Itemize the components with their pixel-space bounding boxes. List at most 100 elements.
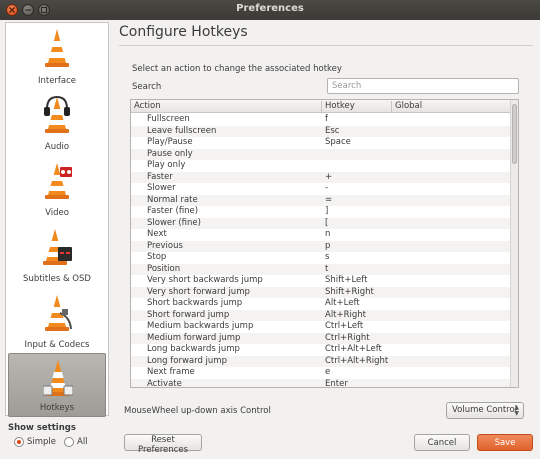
scrollbar-thumb[interactable]: [512, 104, 517, 164]
table-row[interactable]: Slower (fine) [: [131, 217, 511, 229]
table-row[interactable]: Faster +: [131, 171, 511, 183]
action-cell: Activate: [147, 378, 182, 388]
hotkey-cell: Shift+Left: [325, 275, 368, 285]
sidebar-item-subtitles[interactable]: Subtitles & OSD: [8, 223, 106, 287]
action-cell: Slower: [147, 183, 176, 193]
table-row[interactable]: Next frame e: [131, 367, 511, 379]
cancel-button[interactable]: Cancel: [414, 434, 470, 451]
title-bar: Preferences: [0, 0, 540, 20]
action-cell: Short backwards jump: [147, 298, 243, 308]
hotkey-cell: [: [325, 217, 329, 228]
all-radio-option[interactable]: All: [64, 436, 88, 448]
search-label: Search: [132, 82, 162, 92]
sidebar-item-interface[interactable]: Interface: [8, 25, 106, 89]
hotkey-cell: +: [325, 171, 333, 182]
action-cell: Fullscreen: [147, 114, 190, 124]
column-header-action[interactable]: Action: [131, 101, 321, 113]
table-row[interactable]: Next n: [131, 229, 511, 241]
hotkey-cell: s: [325, 252, 330, 262]
cone-film-icon: [45, 163, 72, 199]
table-row[interactable]: Activate Enter: [131, 378, 511, 388]
hotkey-cell: Ctrl+Right: [325, 332, 370, 343]
hotkey-cell: Enter: [325, 378, 348, 388]
table-row[interactable]: Position t: [131, 263, 511, 275]
table-row[interactable]: Stop s: [131, 252, 511, 264]
simple-radio-label: Simple: [27, 437, 57, 447]
column-header-global[interactable]: Global: [391, 101, 511, 113]
action-cell: Faster: [147, 171, 173, 182]
sidebar-item-audio[interactable]: Audio: [8, 91, 106, 155]
table-row[interactable]: Medium backwards jump Ctrl+Left: [131, 321, 511, 333]
all-radio-label: All: [77, 437, 88, 447]
hotkey-cell: t: [325, 263, 329, 274]
table-row[interactable]: Slower -: [131, 183, 511, 195]
updown-arrows-icon: ▲ ▼: [514, 404, 519, 417]
action-cell: Pause only: [147, 148, 193, 159]
cone-hotkeys-icon: [43, 360, 73, 396]
action-cell: Play/Pause: [147, 137, 193, 147]
simple-radio[interactable]: [14, 437, 24, 447]
action-cell: Leave fullscreen: [147, 125, 217, 136]
hotkey-cell: Ctrl+Alt+Left: [325, 344, 382, 354]
sidebar-item-label: Video: [45, 208, 69, 218]
table-body: Fullscreen f Leave fullscreen Esc Play/Pause…: [131, 114, 511, 388]
hotkey-cell: Ctrl+Left: [325, 321, 364, 331]
instruction-text: Select an action to change the associate…: [132, 64, 342, 74]
action-cell: Next: [147, 229, 167, 239]
simple-radio-option[interactable]: Simple: [14, 436, 56, 448]
table-row[interactable]: Play/Pause Space: [131, 137, 511, 149]
hotkey-cell: =: [325, 194, 333, 205]
sidebar-item-input-codecs[interactable]: Input & Codecs: [8, 289, 106, 353]
page-title: Configure Hotkeys: [119, 24, 248, 40]
action-cell: Position: [147, 263, 181, 274]
table-row[interactable]: Previous p: [131, 240, 511, 252]
table-row[interactable]: Leave fullscreen Esc: [131, 125, 511, 137]
search-input[interactable]: [327, 78, 519, 94]
hotkey-cell: f: [325, 114, 328, 124]
action-cell: Very short forward jump: [147, 286, 250, 297]
table-row[interactable]: Medium forward jump Ctrl+Right: [131, 332, 511, 344]
all-radio[interactable]: [64, 437, 74, 447]
hotkeys-table: Action Hotkey Global Fullscreen f Leave fu…: [130, 99, 519, 388]
action-cell: Play only: [147, 160, 186, 170]
sidebar-item-label: Audio: [44, 142, 70, 152]
category-sidebar: Interface Audio Video Subtitles & OSD In…: [5, 22, 109, 417]
sidebar-item-video[interactable]: Video: [8, 157, 106, 221]
table-row[interactable]: Faster (fine)]: [131, 206, 511, 218]
table-scrollbar[interactable]: [510, 100, 518, 387]
sidebar-item-hotkeys[interactable]: Hotkeys: [8, 353, 106, 417]
table-row[interactable]: Fullscreen f: [131, 114, 511, 126]
table-row[interactable]: Long backwards jump Ctrl+Alt+Left: [131, 344, 511, 356]
table-row[interactable]: Short forward jump Alt+Right: [131, 309, 511, 321]
window-title: Preferences: [236, 3, 304, 14]
table-row[interactable]: Play only: [131, 160, 511, 172]
action-cell: Medium backwards jump: [147, 321, 254, 331]
hotkey-cell: ]: [325, 206, 329, 216]
mousewheel-label: MouseWheel up-down axis Control: [124, 406, 271, 416]
action-cell: Short forward jump: [147, 309, 230, 320]
table-row[interactable]: Normal rate =: [131, 194, 511, 206]
hotkey-cell: p: [325, 240, 331, 251]
sidebar-item-label: Interface: [37, 76, 77, 86]
save-button[interactable]: Save: [477, 434, 533, 451]
table-row[interactable]: Very short backwards jump Shift+Left: [131, 275, 511, 287]
hotkey-cell: Esc: [325, 125, 340, 136]
action-cell: Slower (fine): [147, 217, 201, 228]
cone-interface-icon: [45, 29, 69, 67]
hotkey-cell: Ctrl+Alt+Right: [325, 355, 389, 366]
cone-headphones-icon: [44, 95, 70, 133]
sidebar-item-label: Subtitles & OSD: [23, 274, 91, 284]
table-row[interactable]: Long forward jump Ctrl+Alt+Right: [131, 355, 511, 367]
column-header-hotkey[interactable]: Hotkey: [321, 101, 391, 113]
mousewheel-select[interactable]: Volume Control ▲ ▼: [446, 402, 524, 419]
table-row[interactable]: Very short forward jump Shift+Right: [131, 286, 511, 298]
action-cell: Normal rate: [147, 194, 198, 205]
reset-preferences-button[interactable]: Reset Preferences: [124, 434, 202, 455]
hotkey-cell: Space: [325, 137, 351, 147]
hotkey-cell: Alt+Right: [325, 309, 367, 320]
table-row[interactable]: Pause only: [131, 148, 511, 160]
action-cell: Previous: [147, 240, 183, 251]
table-row[interactable]: Short backwards jump Alt+Left: [131, 298, 511, 310]
hotkey-cell: Shift+Right: [325, 286, 374, 297]
table-header: Action Hotkey Global: [131, 100, 511, 113]
